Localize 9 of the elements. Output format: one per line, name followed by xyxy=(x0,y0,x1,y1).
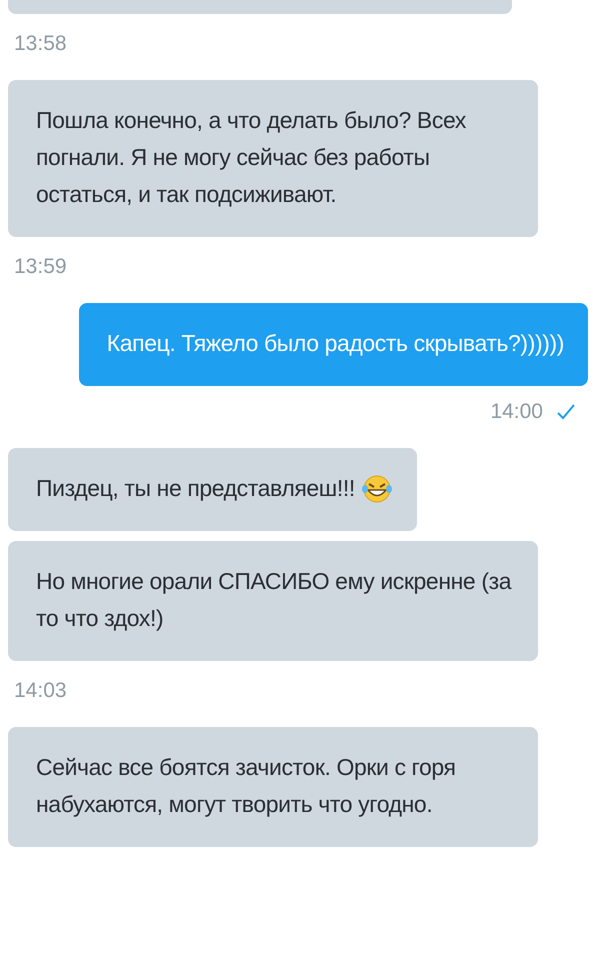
message-text: Но многие орали СПАСИБО ему искренне (за то что здох!) xyxy=(36,567,512,633)
message-text: Сейчас все боятся зачисток. Орки с горя набухаются, могут творить что угодно. xyxy=(36,753,457,819)
message-text: Пиздец, ты не представляеш!!! xyxy=(36,474,355,503)
message-time: 13:58 xyxy=(14,32,67,56)
message-time: 13:59 xyxy=(14,255,67,279)
message-text: Капец. Тяжело было радость скрывать?)))))) xyxy=(106,329,564,358)
message-time: 14:03 xyxy=(14,679,67,703)
message-time: 14:00 xyxy=(490,400,543,424)
message-text: Пошла конечно, а что делать было? Всех погнали. Я не могу сейчас без работы остаться, и так подсиживают. xyxy=(36,106,467,209)
